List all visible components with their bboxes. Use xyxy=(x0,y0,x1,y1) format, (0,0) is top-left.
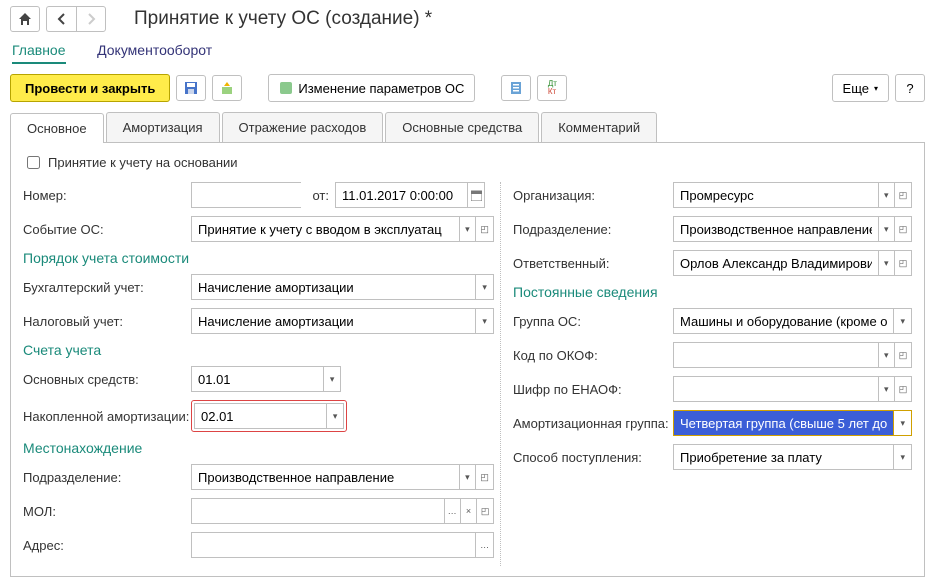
resp-input[interactable] xyxy=(673,250,878,276)
okof-dropdown[interactable]: ▾ xyxy=(878,342,895,368)
fixed-assets-label: Основных средств: xyxy=(23,372,191,387)
unit-right-open[interactable]: ◰ xyxy=(895,216,912,242)
amort-group-label: Амортизационная группа: xyxy=(513,416,673,431)
help-button[interactable]: ? xyxy=(895,74,925,102)
income-dropdown[interactable]: ▾ xyxy=(893,444,912,470)
group-label: Группа ОС: xyxy=(513,314,673,329)
subnav-docflow[interactable]: Документооборот xyxy=(97,42,212,58)
enaof-open[interactable]: ◰ xyxy=(895,376,912,402)
unit-left-dropdown[interactable]: ▾ xyxy=(459,464,477,490)
enaof-input[interactable] xyxy=(673,376,878,402)
tax-input[interactable] xyxy=(191,308,475,334)
accum-amort-highlight: ▾ xyxy=(191,400,347,432)
report-icon xyxy=(509,81,523,95)
bookkeeping-label: Бухгалтерский учет: xyxy=(23,280,191,295)
change-params-button[interactable]: Изменение параметров ОС xyxy=(268,74,475,102)
unit-left-open[interactable]: ◰ xyxy=(476,464,494,490)
group-input[interactable] xyxy=(673,308,893,334)
location-heading: Местонахождение xyxy=(23,440,494,456)
mol-select[interactable]: … xyxy=(444,498,461,524)
number-input[interactable] xyxy=(191,182,301,208)
tab-amort[interactable]: Амортизация xyxy=(106,112,220,142)
bookkeeping-dropdown[interactable]: ▾ xyxy=(475,274,494,300)
event-open[interactable]: ◰ xyxy=(476,216,494,242)
cost-order-heading: Порядок учета стоимости xyxy=(23,250,494,266)
event-label: Событие ОС: xyxy=(23,222,191,237)
calendar-icon xyxy=(471,190,482,201)
bookkeeping-input[interactable] xyxy=(191,274,475,300)
post-icon xyxy=(220,81,234,95)
params-icon xyxy=(279,81,293,95)
org-label: Организация: xyxy=(513,188,673,203)
subnav: Главное Документооборот xyxy=(0,38,935,68)
calendar-button[interactable] xyxy=(467,182,485,208)
accept-based-on-label: Принятие к учету на основании xyxy=(48,155,238,170)
unit-right-input[interactable] xyxy=(673,216,878,242)
report-button[interactable] xyxy=(501,75,531,101)
tab-assets[interactable]: Основные средства xyxy=(385,112,539,142)
post-button[interactable] xyxy=(212,75,242,101)
income-label: Способ поступления: xyxy=(513,450,673,465)
home-icon xyxy=(18,12,32,26)
dtkt-icon: ДтКт xyxy=(548,80,557,96)
okof-input[interactable] xyxy=(673,342,878,368)
event-dropdown[interactable]: ▾ xyxy=(459,216,477,242)
event-input[interactable] xyxy=(191,216,459,242)
addr-select[interactable]: … xyxy=(475,532,494,558)
tab-comment[interactable]: Комментарий xyxy=(541,112,657,142)
arrow-right-icon xyxy=(85,13,97,25)
subnav-main[interactable]: Главное xyxy=(12,42,66,64)
income-input[interactable] xyxy=(673,444,893,470)
fixed-assets-input[interactable] xyxy=(191,366,323,392)
more-button[interactable]: Еще ▾ xyxy=(832,74,889,102)
addr-input[interactable] xyxy=(191,532,475,558)
tab-expenses[interactable]: Отражение расходов xyxy=(222,112,384,142)
enaof-label: Шифр по ЕНАОФ: xyxy=(513,382,673,397)
page-title: Принятие к учету ОС (создание) * xyxy=(134,8,432,30)
tab-main[interactable]: Основное xyxy=(10,113,104,143)
amort-group-input[interactable] xyxy=(673,410,893,436)
okof-label: Код по ОКОФ: xyxy=(513,348,673,363)
fixed-assets-dropdown[interactable]: ▾ xyxy=(323,366,341,392)
number-label: Номер: xyxy=(23,188,191,203)
mol-input[interactable] xyxy=(191,498,444,524)
unit-right-label: Подразделение: xyxy=(513,222,673,237)
from-label: от: xyxy=(301,188,329,203)
okof-open[interactable]: ◰ xyxy=(895,342,912,368)
unit-right-dropdown[interactable]: ▾ xyxy=(878,216,895,242)
dtkt-button[interactable]: ДтКт xyxy=(537,75,567,101)
org-open[interactable]: ◰ xyxy=(895,182,912,208)
mol-label: МОЛ: xyxy=(23,504,191,519)
tax-dropdown[interactable]: ▾ xyxy=(475,308,494,334)
floppy-icon xyxy=(184,81,198,95)
arrow-left-icon xyxy=(56,13,68,25)
amort-group-dropdown[interactable]: ▾ xyxy=(893,410,912,436)
mol-open[interactable]: ◰ xyxy=(477,498,494,524)
const-heading: Постоянные сведения xyxy=(513,284,912,300)
chevron-down-icon: ▾ xyxy=(874,84,878,93)
accum-amort-label: Накопленной амортизации: xyxy=(23,409,191,424)
home-button[interactable] xyxy=(10,6,40,32)
accum-amort-dropdown[interactable]: ▾ xyxy=(326,403,344,429)
group-dropdown[interactable]: ▾ xyxy=(893,308,912,334)
addr-label: Адрес: xyxy=(23,538,191,553)
accounts-heading: Счета учета xyxy=(23,342,494,358)
resp-label: Ответственный: xyxy=(513,256,673,271)
enaof-dropdown[interactable]: ▾ xyxy=(878,376,895,402)
tax-label: Налоговый учет: xyxy=(23,314,191,329)
mol-clear[interactable]: × xyxy=(461,498,478,524)
resp-open[interactable]: ◰ xyxy=(895,250,912,276)
resp-dropdown[interactable]: ▾ xyxy=(878,250,895,276)
unit-left-input[interactable] xyxy=(191,464,459,490)
save-button[interactable] xyxy=(176,75,206,101)
accum-amort-input[interactable] xyxy=(194,403,326,429)
date-input[interactable] xyxy=(335,182,467,208)
unit-left-label: Подразделение: xyxy=(23,470,191,485)
post-and-close-button[interactable]: Провести и закрыть xyxy=(10,74,170,102)
org-dropdown[interactable]: ▾ xyxy=(878,182,895,208)
back-button[interactable] xyxy=(46,6,76,32)
accept-based-on-checkbox[interactable] xyxy=(27,156,40,169)
org-input[interactable] xyxy=(673,182,878,208)
forward-button xyxy=(76,6,106,32)
